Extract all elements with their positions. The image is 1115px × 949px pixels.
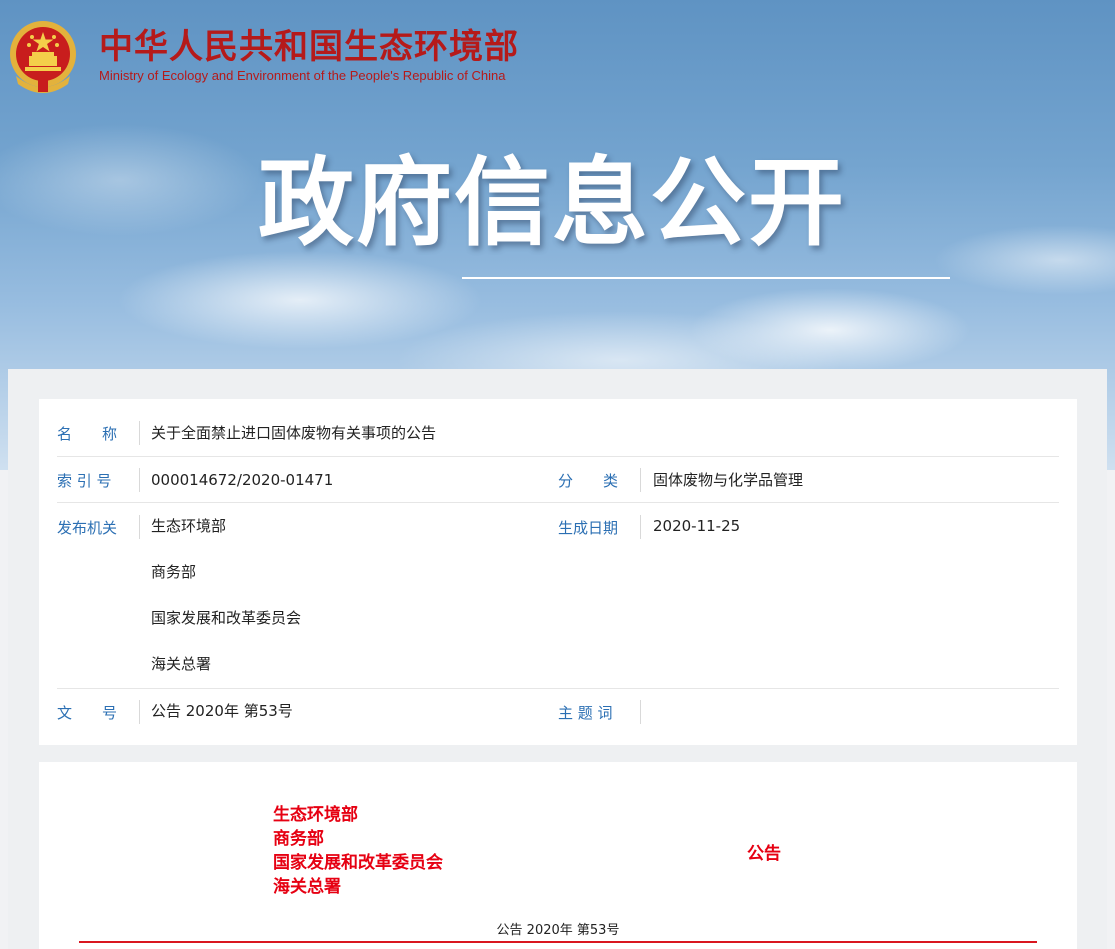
hero-divider: [462, 277, 950, 279]
date-label: 生成日期: [558, 519, 619, 537]
info-row-index: 索 引 号 000014672/2020-01471 分 类 固体废物与化学品管…: [57, 456, 1059, 503]
keywords-label: 主 题 词: [558, 704, 613, 722]
national-emblem-icon: [10, 21, 76, 93]
column-divider: [139, 515, 140, 539]
name-label: 名 称: [57, 425, 118, 443]
red-divider: [79, 941, 1037, 943]
site-title-cn[interactable]: 中华人民共和国生态环境部: [99, 27, 519, 67]
info-row-docno: 文 号 公告 2020年 第53号 主 题 词: [57, 689, 1059, 735]
document-info-table: 名 称 关于全面禁止进口固体废物有关事项的公告 索 引 号 000014672/…: [39, 399, 1077, 745]
column-divider: [139, 700, 140, 724]
index-label: 索 引 号: [57, 472, 112, 490]
issuer-value: 商务部: [151, 563, 197, 581]
issuer-value: 国家发展和改革委员会: [151, 609, 302, 627]
info-row-name: 名 称 关于全面禁止进口固体废物有关事项的公告: [57, 399, 1059, 457]
issuer-label: 发布机关: [57, 519, 118, 537]
column-divider: [640, 700, 641, 724]
issuer-value: 海关总署: [151, 655, 212, 673]
column-divider: [640, 468, 641, 492]
document-issuer: 生态环境部: [273, 805, 358, 825]
category-label: 分 类: [558, 472, 619, 490]
site-title-en[interactable]: Ministry of Ecology and Environment of t…: [99, 68, 505, 84]
docno-value: 公告 2020年 第53号: [151, 702, 293, 720]
document-issuer: 国家发展和改革委员会: [273, 853, 443, 873]
document-number: 公告 2020年 第53号: [496, 923, 620, 938]
hero-title: 政府信息公开: [258, 147, 846, 259]
issuer-value: 生态环境部: [151, 517, 227, 535]
name-value: 关于全面禁止进口固体废物有关事项的公告: [151, 424, 437, 442]
column-divider: [139, 421, 140, 445]
date-value: 2020-11-25: [653, 517, 741, 535]
column-divider: [640, 515, 641, 539]
category-value: 固体废物与化学品管理: [653, 471, 804, 489]
column-divider: [139, 468, 140, 492]
document-body: 生态环境部 商务部 国家发展和改革委员会 海关总署 公告 公告 2020年 第5…: [39, 762, 1077, 949]
info-row-issuer: 发布机关 生态环境部 商务部 国家发展和改革委员会 海关总署 生成日期 2020…: [57, 503, 1059, 689]
document-issuer: 商务部: [273, 829, 324, 849]
docno-label: 文 号: [57, 704, 118, 722]
document-notice-heading: 公告: [747, 844, 781, 864]
index-value: 000014672/2020-01471: [151, 471, 334, 489]
document-issuer: 海关总署: [273, 877, 341, 897]
